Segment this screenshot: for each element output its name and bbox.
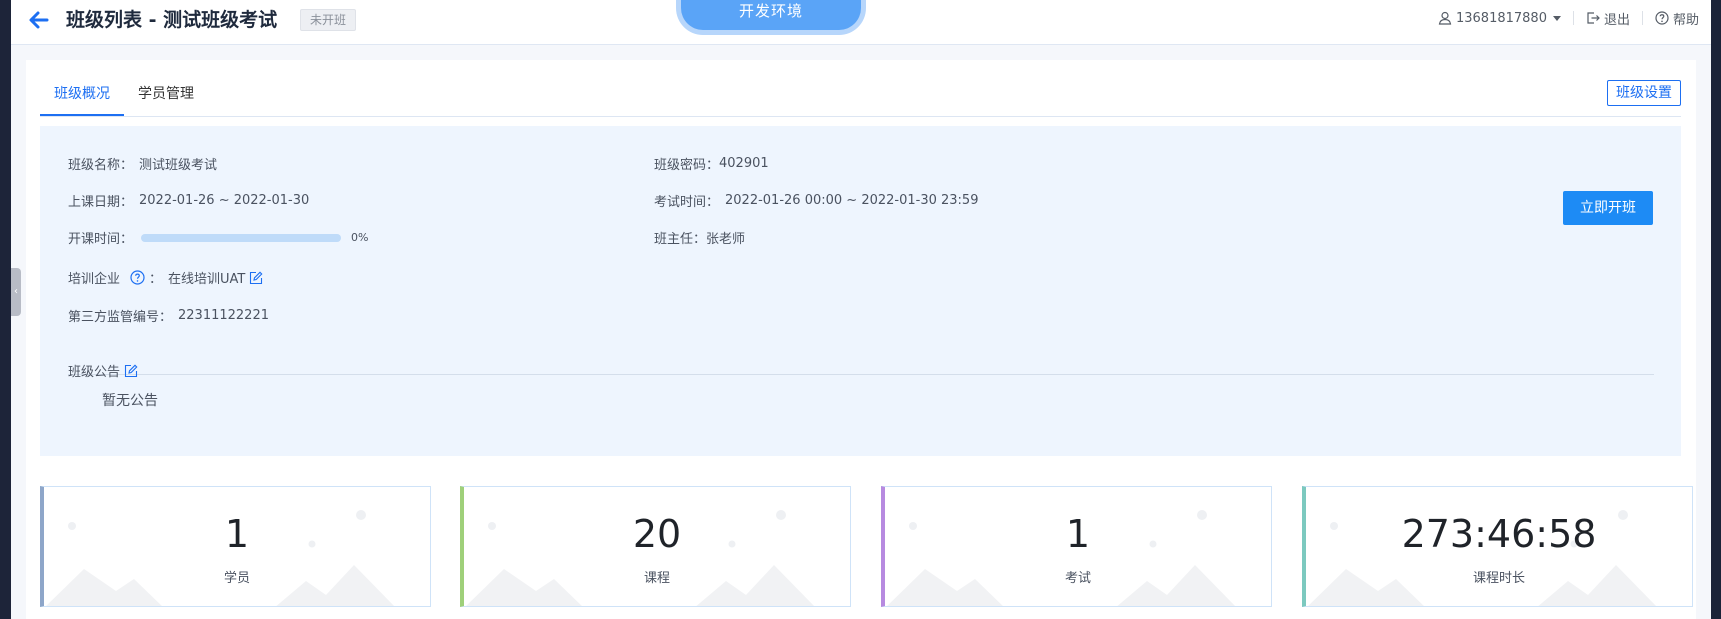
environment-banner: 开发环境	[681, 0, 861, 30]
enterprise-value: 在线培训UAT	[168, 272, 246, 287]
stat-card-students: 1 学员	[40, 486, 431, 607]
header-actions: 13681817880 退出 帮助	[1426, 0, 1711, 36]
question-circle-icon	[1655, 11, 1669, 25]
logout-label: 退出	[1603, 12, 1630, 28]
notice-content: 暂无公告	[102, 393, 158, 409]
class-name-label: 班级名称：	[68, 158, 134, 173]
class-name-row: 班级名称： 测试班级考试	[68, 154, 217, 173]
tab-divider	[40, 116, 1681, 117]
user-menu[interactable]: 13681817880	[1426, 11, 1573, 26]
stat-value: 1	[1065, 512, 1091, 556]
stat-value: 1	[224, 512, 250, 556]
enterprise-colon: ：	[149, 272, 163, 287]
chevron-down-icon	[1552, 15, 1561, 21]
supervision-label: 第三方监管编号：	[68, 310, 173, 325]
stat-label: 课程时长	[1472, 571, 1525, 586]
exam-time-label: 考试时间：	[654, 195, 720, 210]
stat-card-exams: 1 考试	[881, 486, 1272, 607]
course-date-row: 上课日期： 2022-01-26 ~ 2022-01-30	[68, 191, 309, 210]
enterprise-label: 培训企业	[68, 272, 121, 287]
class-settings-button[interactable]: 班级设置	[1607, 80, 1681, 106]
app-window: 班级列表 - 测试班级考试 未开班 开发环境 13681817880 退出 帮助…	[11, 0, 1711, 619]
user-icon	[1438, 11, 1452, 25]
window-edge	[0, 0, 11, 619]
supervision-value: 22311122221	[178, 308, 269, 323]
enterprise-row: 培训企业 ： 在线培训UAT	[68, 268, 263, 287]
stat-card-course-duration: 273:46:58 课程时长	[1302, 486, 1693, 607]
section-divider	[68, 374, 1654, 375]
back-arrow-icon[interactable]	[25, 6, 53, 34]
edit-icon[interactable]	[124, 364, 138, 378]
start-class-button[interactable]: 立即开班	[1563, 191, 1653, 225]
tab-student-management[interactable]: 学员管理	[124, 84, 208, 114]
supervision-row: 第三方监管编号： 22311122221	[68, 306, 269, 325]
class-password-row: 班级密码： 402901	[654, 154, 769, 173]
stat-card-courses: 20 课程	[460, 486, 851, 607]
stat-label: 考试	[1064, 571, 1091, 586]
class-password-value: 402901	[719, 156, 769, 171]
stat-label: 课程	[643, 571, 670, 586]
notice-label: 班级公告	[68, 365, 121, 380]
head-teacher-row: 班主任： 张老师	[654, 228, 745, 247]
start-time-label: 开课时间：	[68, 232, 134, 247]
notice-row: 班级公告	[68, 361, 138, 380]
help-button[interactable]: 帮助	[1643, 9, 1711, 28]
status-badge: 未开班	[300, 9, 357, 31]
stat-label: 学员	[223, 571, 250, 586]
course-date-value: 2022-01-26 ~ 2022-01-30	[139, 193, 310, 208]
start-time-row: 开课时间： 0%	[68, 228, 368, 247]
class-info-panel: 班级名称： 测试班级考试 班级密码： 402901 上课日期： 2022-01-…	[40, 126, 1681, 456]
tab-bar: 班级概况 学员管理	[40, 84, 208, 116]
exam-time-value: 2022-01-26 00:00 ~ 2022-01-30 23:59	[725, 193, 979, 208]
course-date-label: 上课日期：	[68, 195, 134, 210]
stat-value: 20	[632, 512, 682, 556]
help-label: 帮助	[1672, 12, 1699, 28]
class-name-value: 测试班级考试	[139, 158, 218, 173]
page-title: 班级列表 - 测试班级考试	[66, 9, 278, 31]
logout-icon	[1587, 12, 1600, 24]
logout-button[interactable]: 退出	[1574, 9, 1642, 28]
user-phone: 13681817880	[1455, 10, 1547, 26]
class-password-label: 班级密码：	[654, 158, 720, 173]
top-header: 班级列表 - 测试班级考试 未开班 开发环境 13681817880 退出 帮助	[11, 0, 1711, 45]
start-progress-bar	[141, 233, 342, 242]
progress-percent: 0%	[351, 231, 369, 244]
tab-class-overview[interactable]: 班级概况	[40, 84, 124, 116]
head-teacher-label: 班主任：	[654, 232, 707, 247]
question-circle-icon[interactable]	[130, 270, 145, 285]
edit-icon[interactable]	[249, 271, 263, 285]
stat-value: 273:46:58	[1401, 512, 1597, 556]
sidebar-collapse-handle[interactable]: ‹	[11, 268, 21, 316]
main-content: 班级概况 学员管理 班级设置 班级名称： 测试班级考试 班级密码： 402901…	[26, 60, 1696, 619]
head-teacher-value: 张老师	[706, 232, 746, 247]
exam-time-row: 考试时间： 2022-01-26 00:00 ~ 2022-01-30 23:5…	[654, 191, 978, 210]
